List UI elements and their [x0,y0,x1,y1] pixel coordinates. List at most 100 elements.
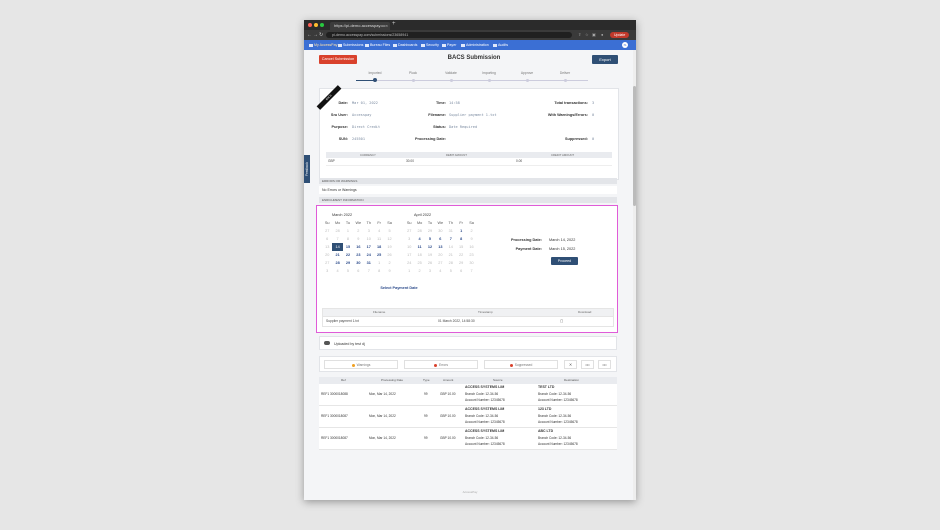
calendar-day[interactable]: 29 [343,259,353,267]
enrichment-section-header: ENRICHMENT INFORMATION [319,197,617,203]
calendar-day[interactable]: 4 [414,235,424,243]
minimize-window-dot[interactable] [314,23,318,27]
more-options-icon[interactable]: ••• [581,360,594,369]
errors-filter-button[interactable]: Errors [404,360,478,369]
new-tab-icon[interactable]: + [392,21,396,27]
calendar-day[interactable]: 22 [343,251,353,259]
calendar-day[interactable]: 18 [374,243,384,251]
admin-icon [461,43,465,47]
calendar-day[interactable]: 11 [414,243,424,251]
error-icon [434,363,437,367]
browser-tab[interactable]: https://pi-demo.accesspay.co × [330,22,390,30]
more-options-icon[interactable]: ••• [598,360,611,369]
avatar[interactable]: IS [622,42,628,48]
browser-window: https://pi-demo.accesspay.co × + ← → ↻ p… [304,20,636,500]
select-payment-date-link[interactable]: Select Payment Date [359,286,439,290]
calendar-day[interactable]: 25 [374,251,384,259]
back-icon[interactable]: ← [307,32,312,38]
table-row: GBP 30.00 0.00 [326,158,612,166]
update-button[interactable]: Update [610,32,630,38]
nav-audits[interactable]: Audits [493,40,508,50]
footer-logo: AccessPay [462,490,478,494]
column-header: Type [423,378,430,382]
tab-close-icon[interactable]: × [386,22,388,30]
ref-cell: REF1 3000018088 [321,392,348,396]
processing-date-cell: Mon, Mar 14, 2022 [369,414,396,418]
export-button[interactable]: Export [592,55,618,64]
calendar-day[interactable]: 21 [332,251,342,259]
profile-icon[interactable]: ● [601,32,603,37]
calendar-day-selected[interactable]: 14 [332,243,343,251]
nav-payer[interactable]: Payer [442,40,456,50]
step-label: Imported [368,71,382,75]
calendar-day[interactable]: 8 [456,235,466,243]
calendar-day: 8 [346,237,350,241]
nav-dashboards[interactable]: Dashboards [393,40,417,50]
calendar-day: 26 [427,261,433,265]
calendar-month-title: March 2022 [332,213,353,217]
table-row[interactable]: REF1 3000018087 Mon, Mar 14, 2022 99 GBP 10… [319,406,617,428]
download-icon[interactable]: ▢ [560,317,563,326]
nav-submissions[interactable]: Submissions [338,40,363,50]
home-icon [309,43,313,47]
nav-my-accesspay[interactable]: My AccessPay [309,40,337,50]
ref-cell: REF1 3000018087 [321,436,348,440]
nav-bureau-files[interactable]: Bureau Files [365,40,390,50]
calendar-day[interactable]: 24 [364,251,374,259]
processing-date-label: Processing Date: [510,238,542,242]
close-window-dot[interactable] [308,23,312,27]
calendar-day[interactable]: 16 [353,243,363,251]
cancel-submission-button[interactable]: Cancel Submission [319,55,357,64]
filename-value: Supplier payment 1.txt [449,113,497,117]
calendar-day[interactable]: 17 [364,243,374,251]
proceed-button[interactable]: Proceed [551,257,578,265]
debit-cell: 30.00 [406,159,414,163]
calendar-day[interactable]: 31 [364,259,374,267]
calendar-day[interactable]: 1 [456,227,466,235]
status-value: Date Required [449,125,478,129]
errors-section-text: No Errors or Warnings [319,186,617,194]
calendar-day[interactable]: 6 [435,235,445,243]
calendar-day: 1 [378,261,381,265]
warnings-filter-button[interactable]: Warnings [324,360,398,369]
suppressed-filter-button[interactable]: Suppressed [484,360,558,369]
calendar-day[interactable]: 15 [343,243,353,251]
share-icon[interactable]: ⇪ [578,32,581,37]
feedback-tab[interactable]: Feedback [304,155,310,183]
calendar-day[interactable]: 13 [435,243,445,251]
table-row[interactable]: REF1 3000018088 Mon, Mar 14, 2022 99 GBP 10… [319,384,617,406]
table-row[interactable]: REF1 3000018087 Mon, Mar 14, 2022 99 GBP 10… [319,428,617,450]
ref-cell: REF1 3000018087 [321,414,348,418]
step-dot-active [373,78,377,82]
calendar-month-title: April 2022 [414,213,432,217]
bookmark-icon[interactable]: ☆ [585,32,589,37]
calendar-day[interactable]: 30 [353,259,363,267]
scrollbar-thumb[interactable] [633,86,636,206]
calendar-grid: Su Mo Tu We Th Fr Sa 27 28 29 30 31 1 2 3 4 5 6 7 8 9 10 11 12 1… [404,219,474,275]
calendar-day[interactable]: 12 [425,243,435,251]
calendar-day: 26 [387,253,392,257]
extension-icon[interactable]: ▣ [592,32,596,37]
filter-bar: Warnings Errors Suppressed ✕ ••• ••• [319,356,617,372]
nav-security[interactable]: Security [421,40,439,50]
date-value: Mar 01, 2022 [352,101,378,105]
address-bar[interactable]: pi-demo.accesspay.com/submissions/236589… [326,32,572,38]
forward-icon[interactable]: → [313,32,318,38]
purpose-label: Purpose: [331,125,348,129]
calendar-day: 28 [335,229,340,233]
calendar-day[interactable]: 5 [425,235,435,243]
clear-filter-icon[interactable]: ✕ [564,360,577,369]
maximize-window-dot[interactable] [320,23,324,27]
calendar-day[interactable]: 28 [332,259,342,267]
file-table: Filename Timestamp Download Supplier pay… [322,308,614,327]
reload-icon[interactable]: ↻ [319,32,323,38]
calendar-day[interactable]: 23 [353,251,363,259]
calendar-day: 15 [459,245,464,249]
page-title: BACS Submission [447,55,501,61]
weekday-label: Su [406,221,412,225]
scrollbar[interactable] [633,50,636,500]
calendar-day: 27 [407,229,412,233]
calendar-day[interactable]: 7 [446,235,456,243]
destination-name: TEST LTD [538,385,555,389]
nav-administration[interactable]: Administration [461,40,489,50]
